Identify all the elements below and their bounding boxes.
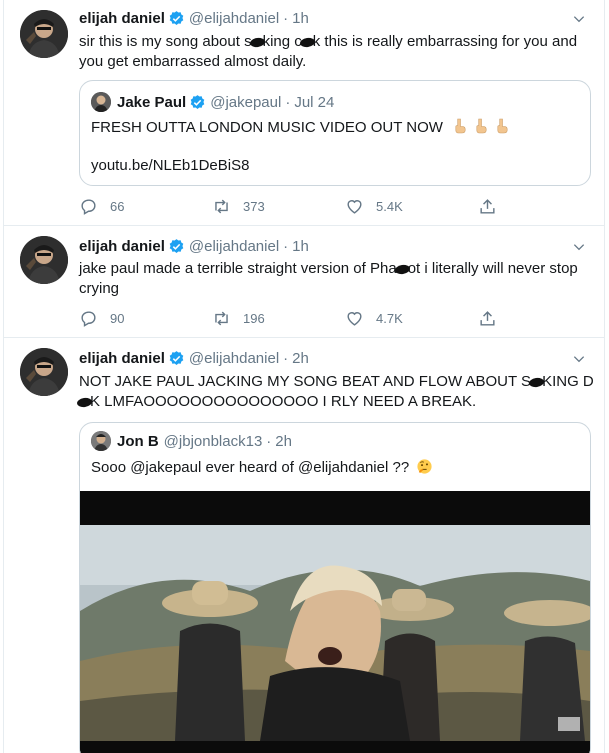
chevron-down-icon[interactable] (572, 12, 586, 26)
retweet-icon (215, 199, 228, 213)
author-name[interactable]: elijah daniel (79, 238, 165, 255)
verified-badge-icon (169, 350, 184, 365)
heart-icon (347, 311, 362, 326)
like-count: 4.7K (376, 310, 403, 326)
timeline-feed: elijah daniel @elijahdaniel · 1h sir thi… (3, 0, 605, 753)
point-down-emoji-icon (476, 118, 487, 134)
tweet-text-part: jake paul made a terrible straight versi… (79, 260, 397, 277)
reply-button[interactable]: 66 (79, 197, 212, 216)
author-name[interactable]: elijah daniel (79, 350, 165, 367)
retweet-count: 196 (243, 310, 265, 326)
reply-icon (81, 310, 96, 327)
timestamp[interactable]: 1h (292, 10, 309, 27)
reply-button[interactable]: 90 (79, 309, 212, 328)
tweet-text-part: king c (262, 33, 302, 50)
author-handle[interactable]: @elijahdaniel (189, 10, 279, 27)
retweet-count: 373 (243, 198, 265, 214)
verified-badge-icon (169, 10, 184, 25)
tweet-text: NOT JAKE PAUL JACKING MY SONG BEAT AND F… (76, 372, 594, 412)
quoted-avatar (91, 431, 111, 451)
tweet-text-part: sir this is my song about s (79, 33, 252, 50)
point-down-emoji-icon (455, 118, 466, 134)
point-down-emoji-icon (497, 118, 508, 134)
tweet-actions: 90 196 4.7K (79, 308, 509, 328)
avatar[interactable] (20, 348, 68, 396)
thinking-face-emoji-icon (417, 459, 432, 474)
tweet-header: elijah daniel @elijahdaniel · 1h (79, 8, 309, 28)
quoted-avatar (91, 92, 111, 112)
timestamp[interactable]: 1h (292, 238, 309, 255)
share-icon (480, 310, 495, 326)
chevron-down-icon[interactable] (572, 240, 586, 254)
video-thumbnail (80, 491, 590, 753)
separator-dot: · (283, 349, 289, 367)
avatar[interactable] (20, 236, 68, 284)
tweet[interactable]: elijah daniel @elijahdaniel · 2h NOT JAK… (4, 338, 604, 753)
tweet[interactable]: elijah daniel @elijahdaniel · 1h sir thi… (4, 0, 604, 226)
tweet[interactable]: elijah daniel @elijahdaniel · 1h jake pa… (4, 226, 604, 338)
retweet-button[interactable]: 196 (212, 309, 345, 328)
verified-badge-icon (169, 238, 184, 253)
quoted-tweet-header: Jake Paul @jakepaul · Jul 24 (91, 91, 334, 113)
quoted-text: FRESH OUTTA LONDON MUSIC VIDEO OUT NOW (91, 119, 443, 136)
tweet-actions: 66 373 5.4K (79, 196, 509, 216)
quoted-link[interactable]: youtu.be/NLEb1DeBiS8 (91, 156, 249, 176)
timestamp[interactable]: 2h (292, 350, 309, 367)
reply-count: 90 (110, 310, 125, 326)
video-player[interactable] (80, 491, 590, 753)
separator-dot: · (283, 237, 289, 255)
author-handle[interactable]: @elijahdaniel (189, 350, 279, 367)
tweet-header: elijah daniel @elijahdaniel · 2h (79, 348, 309, 368)
quoted-author-name: Jake Paul (117, 93, 187, 111)
quoted-timestamp: Jul 24 (294, 93, 335, 111)
chevron-down-icon[interactable] (572, 352, 586, 366)
quoted-tweet-header: Jon B @jbjonblack13 · 2h (91, 430, 292, 452)
tweet-text-part: K LMFAOOOOOOOOOOOOOOO I RLY NEED A BREAK… (90, 393, 477, 410)
tweet-text-part: NOT JAKE PAUL JACKING MY SONG BEAT AND F… (79, 373, 532, 390)
verified-badge-icon (190, 94, 205, 109)
share-button[interactable] (478, 197, 509, 216)
author-handle[interactable]: @elijahdaniel (189, 238, 279, 255)
tweet-text: jake paul made a terrible straight versi… (79, 259, 589, 299)
quoted-tweet[interactable]: Jon B @jbjonblack13 · 2h Sooo @jakepaul … (79, 422, 591, 753)
separator-dot: · (266, 432, 272, 450)
tweet-header: elijah daniel @elijahdaniel · 1h (79, 236, 309, 256)
separator-dot: · (285, 93, 291, 111)
author-name[interactable]: elijah daniel (79, 10, 165, 27)
tweet-text: sir this is my song about s king ck this … (79, 32, 589, 72)
avatar[interactable] (20, 10, 68, 58)
tweet-text-part: KING D (542, 373, 594, 390)
quoted-timestamp: 2h (275, 432, 292, 450)
quoted-tweet-text: FRESH OUTTA LONDON MUSIC VIDEO OUT NOW (91, 118, 510, 138)
quoted-tweet-text: Sooo @jakepaul ever heard of @elijahdani… (91, 458, 433, 478)
like-count: 5.4K (376, 198, 403, 214)
separator-dot: · (283, 9, 289, 27)
quoted-author-handle: @jbjonblack13 (163, 432, 263, 450)
retweet-icon (215, 311, 228, 325)
quoted-text: Sooo @jakepaul ever heard of @elijahdani… (91, 459, 410, 476)
heart-icon (347, 199, 362, 214)
share-button[interactable] (478, 309, 509, 328)
like-button[interactable]: 4.7K (345, 309, 478, 328)
share-icon (480, 198, 495, 214)
retweet-button[interactable]: 373 (212, 197, 345, 216)
reply-count: 66 (110, 198, 125, 214)
quoted-tweet[interactable]: Jake Paul @jakepaul · Jul 24 FRESH OUTTA… (79, 80, 591, 186)
quoted-author-name: Jon B (117, 432, 159, 450)
reply-icon (81, 198, 96, 215)
like-button[interactable]: 5.4K (345, 197, 478, 216)
quoted-author-handle: @jakepaul (210, 93, 282, 111)
